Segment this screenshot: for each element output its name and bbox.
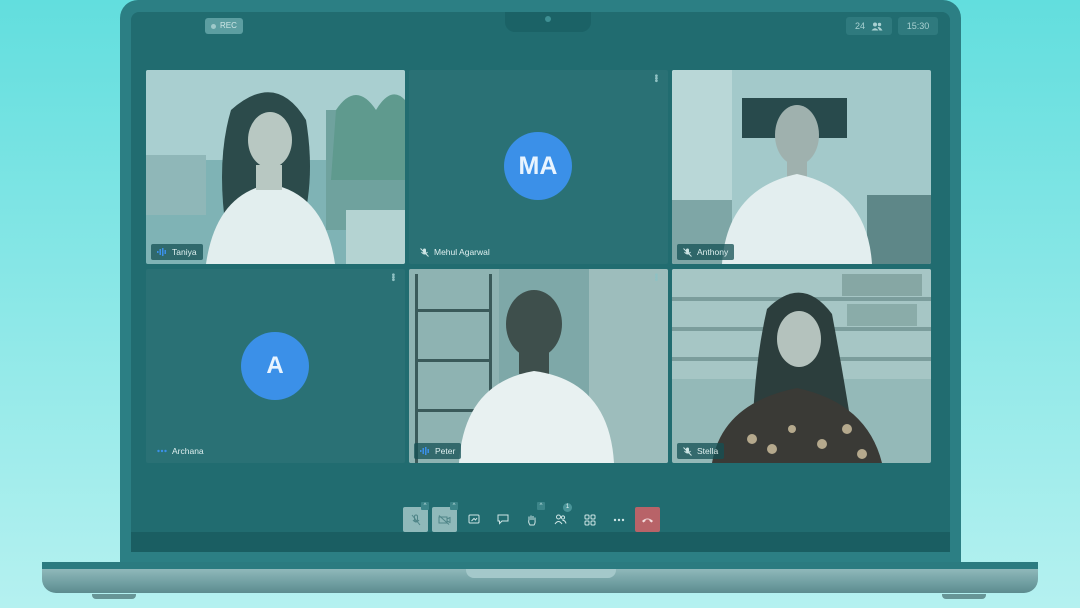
tile-menu-icon[interactable]: ••• bbox=[650, 273, 661, 281]
reactions-chevron-icon[interactable]: ^ bbox=[537, 502, 545, 510]
participant-count-button[interactable]: 24 bbox=[846, 17, 892, 35]
avatar-initials: A bbox=[266, 352, 284, 379]
more-icon bbox=[613, 518, 624, 521]
participant-name: Archana bbox=[172, 446, 204, 456]
mic-off-icon bbox=[683, 446, 692, 456]
participant-video bbox=[672, 70, 931, 264]
avatar: MA bbox=[504, 132, 572, 200]
mic-off-icon bbox=[683, 247, 692, 257]
meeting-screen: REC 24 15:30 Taniya ••• MA Mehul Agarwal… bbox=[131, 12, 950, 552]
participant-video bbox=[146, 70, 405, 264]
video-tile-mehul-agarwal[interactable]: ••• MA Mehul Agarwal bbox=[409, 70, 668, 264]
audio-wave-icon bbox=[420, 447, 429, 455]
video-tile-stella[interactable]: Stella bbox=[672, 269, 931, 463]
camera-options-chevron-icon[interactable]: ^ bbox=[450, 502, 458, 510]
more-options-button[interactable] bbox=[606, 507, 631, 532]
recording-badge: REC bbox=[205, 18, 243, 34]
share-screen-icon bbox=[468, 514, 479, 524]
participant-name: Stella bbox=[697, 446, 719, 456]
recording-label: REC bbox=[220, 21, 237, 30]
name-tag-mehul-agarwal: Mehul Agarwal bbox=[414, 244, 496, 260]
name-tag-peter: Peter bbox=[414, 443, 462, 459]
call-time-label: 15:30 bbox=[906, 21, 930, 31]
chat-button[interactable] bbox=[490, 507, 515, 532]
layout-button[interactable] bbox=[577, 507, 602, 532]
camera-notch bbox=[505, 12, 591, 32]
call-toolbar: ^ ^ ^ 1 bbox=[403, 502, 660, 532]
laptop-foot-left bbox=[92, 594, 136, 599]
laptop-base bbox=[42, 569, 1038, 593]
avatar-initials: MA bbox=[518, 151, 558, 180]
mic-off-icon bbox=[420, 247, 429, 257]
camera-toggle-button[interactable]: ^ bbox=[432, 502, 458, 532]
mic-off-icon bbox=[411, 514, 420, 525]
webcam-icon bbox=[545, 16, 551, 22]
mic-toggle-button[interactable]: ^ bbox=[403, 502, 429, 532]
mic-options-chevron-icon[interactable]: ^ bbox=[421, 502, 429, 510]
name-tag-anthony: Anthony bbox=[677, 244, 735, 260]
video-tile-archana[interactable]: ••• A Archana bbox=[146, 269, 405, 463]
tile-menu-icon[interactable]: ••• bbox=[387, 273, 398, 281]
call-time: 15:30 bbox=[898, 17, 938, 35]
audio-wave-icon bbox=[157, 248, 166, 256]
tile-menu-icon[interactable]: ••• bbox=[650, 74, 661, 82]
participant-name: Anthony bbox=[697, 247, 729, 257]
audio-dots-icon bbox=[157, 449, 167, 453]
laptop-lid: REC 24 15:30 Taniya ••• MA Mehul Agarwal… bbox=[120, 0, 961, 562]
participants-button[interactable]: 1 bbox=[548, 503, 573, 532]
video-tile-anthony[interactable]: Anthony bbox=[672, 70, 931, 264]
people-icon bbox=[871, 22, 883, 30]
avatar: A bbox=[241, 332, 309, 400]
name-tag-archana: Archana bbox=[151, 443, 210, 459]
screen-bottom-bezel bbox=[131, 532, 950, 552]
video-tile-taniya[interactable]: Taniya bbox=[146, 70, 405, 264]
share-screen-button[interactable] bbox=[461, 507, 486, 532]
name-tag-taniya: Taniya bbox=[151, 244, 203, 260]
layout-grid-icon bbox=[584, 514, 595, 525]
camera-off-icon bbox=[438, 514, 451, 525]
chat-icon bbox=[497, 514, 508, 525]
participant-video bbox=[672, 269, 931, 463]
video-tile-peter[interactable]: ••• Peter bbox=[409, 269, 668, 463]
record-dot-icon bbox=[211, 23, 216, 29]
participant-name: Taniya bbox=[172, 247, 197, 257]
raise-hand-button[interactable]: ^ bbox=[519, 502, 545, 532]
laptop-foot-right bbox=[942, 594, 986, 599]
participant-count: 24 bbox=[854, 21, 865, 31]
participants-icon bbox=[554, 514, 567, 525]
trackpad-notch bbox=[466, 569, 616, 578]
participants-badge: 1 bbox=[563, 503, 572, 512]
participant-name: Peter bbox=[435, 446, 456, 456]
raise-hand-icon bbox=[528, 515, 536, 525]
end-call-icon bbox=[642, 518, 653, 522]
participant-name: Mehul Agarwal bbox=[434, 247, 490, 257]
name-tag-stella: Stella bbox=[677, 443, 725, 459]
end-call-button[interactable] bbox=[635, 507, 660, 532]
participant-video bbox=[409, 269, 668, 463]
